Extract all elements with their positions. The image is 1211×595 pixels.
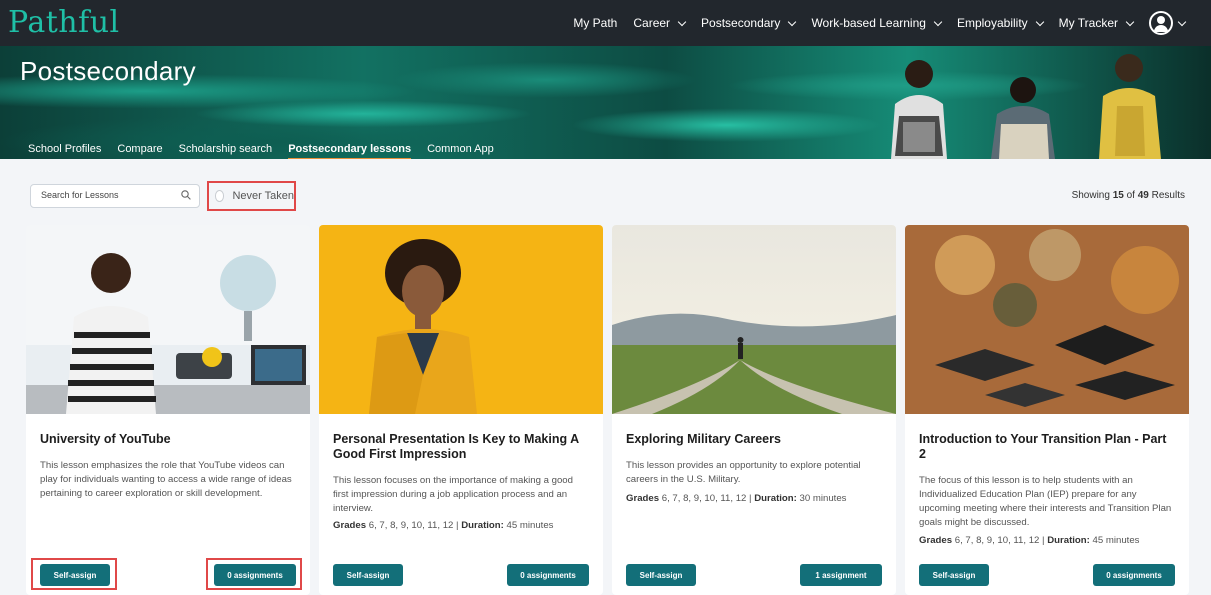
never-taken-label: Never Taken (232, 190, 294, 202)
lesson-card[interactable]: Introduction to Your Transition Plan - P… (905, 225, 1189, 595)
tab-common-app[interactable]: Common App (427, 143, 494, 159)
user-menu[interactable] (1149, 11, 1187, 35)
lesson-card[interactable]: Personal Presentation Is Key to Making A… (319, 225, 603, 595)
lesson-card[interactable]: Exploring Military Careers This lesson p… (612, 225, 896, 595)
lesson-image-graduation-caps (905, 225, 1189, 414)
search-input[interactable] (39, 189, 173, 201)
lesson-title[interactable]: Personal Presentation Is Key to Making A… (333, 432, 589, 462)
self-assign-button[interactable]: Self-assign (626, 564, 696, 586)
lesson-meta: Grades 6, 7, 8, 9, 10, 11, 12 | Duration… (919, 535, 1140, 546)
lesson-description: The focus of this lesson is to help stud… (919, 475, 1172, 528)
tab-compare[interactable]: Compare (117, 143, 162, 159)
lesson-search-box (30, 184, 200, 208)
chevron-down-icon (1125, 17, 1135, 26)
assignments-button[interactable]: 1 assignment (800, 564, 882, 586)
user-circle-icon (1149, 11, 1173, 35)
nav-item-work-based-learning[interactable]: Work-based Learning (811, 16, 943, 30)
lesson-meta: Grades 6, 7, 8, 9, 10, 11, 12 | Duration… (333, 520, 554, 531)
lesson-image-professional-woman (319, 225, 603, 414)
search-icon[interactable] (181, 190, 191, 200)
chevron-down-icon (1177, 17, 1187, 26)
nav-item-my-path[interactable]: My Path (573, 16, 617, 30)
lesson-image-crossroads-path (612, 225, 896, 414)
tab-school-profiles[interactable]: School Profiles (28, 143, 101, 159)
chevron-down-icon (933, 17, 943, 26)
lesson-card[interactable]: University of YouTube This lesson emphas… (26, 225, 310, 595)
results-count: Showing 15 of 49 Results (1071, 190, 1185, 201)
self-assign-button[interactable]: Self-assign (919, 564, 989, 586)
self-assign-button[interactable]: Self-assign (333, 564, 403, 586)
lesson-meta: Grades 6, 7, 8, 9, 10, 11, 12 | Duration… (626, 493, 847, 504)
nav-item-my-tracker[interactable]: My Tracker (1059, 16, 1135, 30)
lesson-title[interactable]: Introduction to Your Transition Plan - P… (919, 432, 1175, 462)
section-tabs: School Profiles Compare Scholarship sear… (28, 143, 494, 159)
page-title: Postsecondary (20, 56, 196, 86)
pathful-logo[interactable]: Pathful (8, 6, 120, 40)
lesson-title[interactable]: University of YouTube (40, 432, 296, 447)
main-nav: My Path Career Postsecondary Work-based … (573, 0, 1187, 46)
never-taken-checkbox[interactable] (215, 190, 225, 202)
students-illustration (891, 54, 1161, 159)
chevron-down-icon (1035, 17, 1044, 26)
chevron-down-icon (677, 17, 687, 26)
chevron-down-icon (788, 17, 797, 26)
nav-item-employability[interactable]: Employability (957, 16, 1044, 30)
lesson-description: This lesson emphasizes the role that You… (40, 460, 292, 499)
never-taken-filter[interactable]: Never Taken (207, 181, 296, 211)
assignments-button[interactable]: 0 assignments (507, 564, 589, 586)
lesson-description: This lesson provides an opportunity to e… (626, 460, 861, 485)
self-assign-button[interactable]: Self-assign (40, 564, 110, 586)
lesson-image-student-robotics (26, 225, 310, 414)
lesson-title[interactable]: Exploring Military Careers (626, 432, 882, 447)
top-navigation-bar: Pathful My Path Career Postsecondary Wor… (0, 0, 1211, 46)
assignments-button[interactable]: 0 assignments (1093, 564, 1175, 586)
tab-scholarship-search[interactable]: Scholarship search (179, 143, 273, 159)
assignments-button[interactable]: 0 assignments (214, 564, 296, 586)
hero-banner: Postsecondary School Profiles Compare Sc… (0, 46, 1211, 159)
nav-item-postsecondary[interactable]: Postsecondary (701, 16, 797, 30)
nav-item-career[interactable]: Career (633, 16, 687, 30)
tab-postsecondary-lessons[interactable]: Postsecondary lessons (288, 143, 411, 159)
lesson-description: This lesson focuses on the importance of… (333, 475, 573, 514)
